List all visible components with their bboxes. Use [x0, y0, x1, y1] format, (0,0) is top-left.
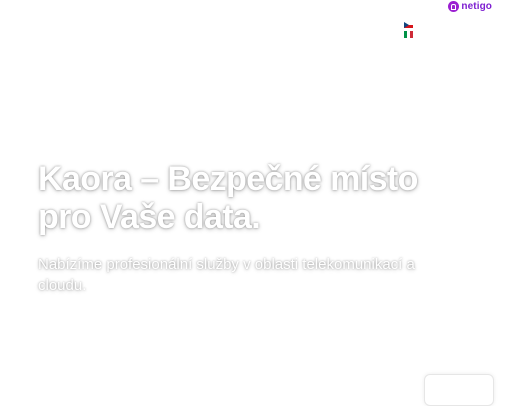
- cta-button[interactable]: [424, 374, 494, 406]
- top-bar: netigo: [0, 0, 512, 48]
- hero-section: Kaora – Bezpečné místo pro Vaše data. Na…: [38, 160, 478, 296]
- netigo-logo-link[interactable]: netigo: [448, 1, 492, 12]
- flag-cz-icon[interactable]: [404, 22, 413, 28]
- brand-name: netigo: [461, 1, 492, 12]
- netigo-logo-icon: [448, 1, 460, 12]
- hero-subtitle: Nabízíme profesionální služby v oblasti …: [38, 256, 415, 294]
- flag-it-icon[interactable]: [404, 31, 413, 38]
- hero-title: Kaora – Bezpečné místo pro Vaše data.: [38, 160, 418, 236]
- language-switcher: [404, 22, 416, 41]
